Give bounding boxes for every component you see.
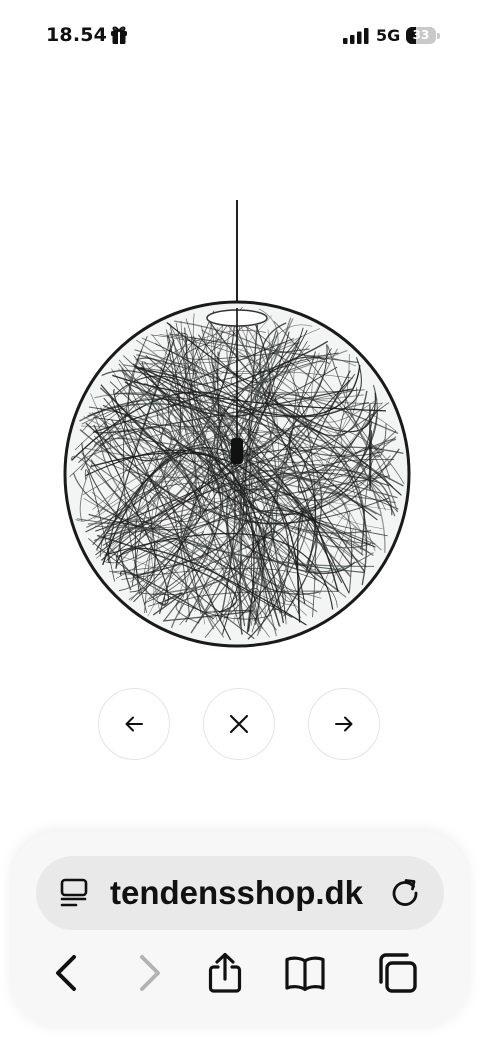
battery-level: 33: [412, 28, 430, 42]
close-gallery-button[interactable]: [203, 688, 275, 760]
url-text[interactable]: tendensshop.dk: [110, 874, 380, 912]
gift-icon: [111, 26, 127, 44]
network-type: 5G: [376, 26, 401, 45]
lamp-socket: [231, 438, 243, 464]
arrow-left-icon: [125, 716, 143, 732]
close-icon: [229, 714, 249, 734]
next-image-button[interactable]: [308, 688, 380, 760]
cellular-signal-icon: [343, 28, 369, 44]
status-bar: 18.54 5G 33: [0, 0, 480, 72]
forward-chevron-icon[interactable]: [128, 952, 170, 994]
arrow-right-icon: [335, 716, 353, 732]
reload-icon[interactable]: [389, 876, 421, 908]
status-time: 18.54: [46, 24, 108, 46]
bookmarks-icon[interactable]: [284, 952, 326, 994]
battery-icon: 33: [406, 27, 442, 45]
previous-image-button[interactable]: [98, 688, 170, 760]
tabs-icon[interactable]: [376, 952, 418, 994]
share-icon[interactable]: [204, 952, 246, 994]
back-chevron-icon[interactable]: [46, 952, 88, 994]
reader-mode-icon[interactable]: [59, 878, 89, 908]
product-image: [63, 200, 411, 648]
